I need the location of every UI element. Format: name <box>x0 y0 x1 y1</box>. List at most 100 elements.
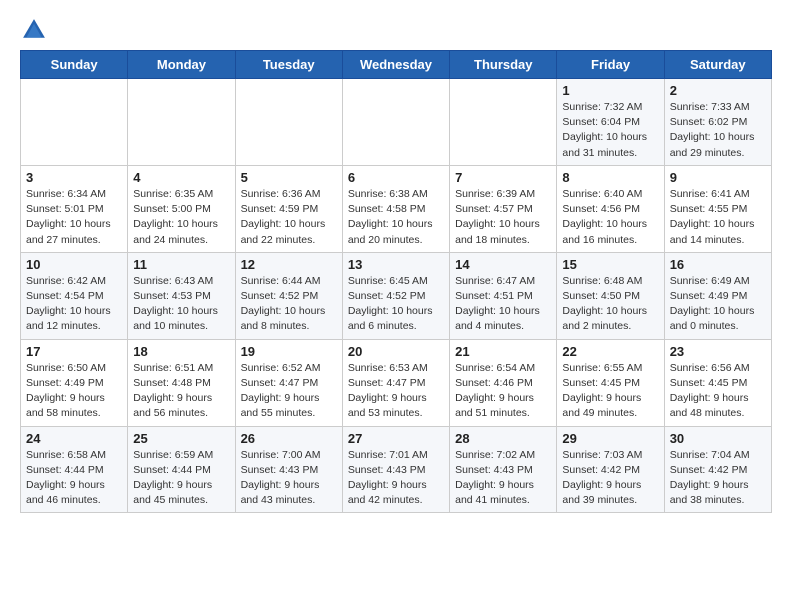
day-number: 3 <box>26 170 122 185</box>
day-number: 11 <box>133 257 229 272</box>
calendar-day-23: 23 Sunrise: 6:56 AM Sunset: 4:45 PM Dayli… <box>664 339 771 426</box>
logo-icon <box>20 16 48 44</box>
calendar-day-3: 3 Sunrise: 6:34 AM Sunset: 5:01 PM Daylig… <box>21 165 128 252</box>
calendar-day-22: 22 Sunrise: 6:55 AM Sunset: 4:45 PM Dayli… <box>557 339 664 426</box>
calendar-day-10: 10Sunrise: 6:42 AM Sunset: 4:54 PM Dayli… <box>21 252 128 339</box>
calendar-empty <box>450 79 557 166</box>
day-info: Sunrise: 6:40 AM Sunset: 4:56 PM Dayligh… <box>562 188 647 246</box>
day-info: Sunrise: 6:50 AM Sunset: 4:49 PM Dayligh… <box>26 362 106 420</box>
day-info: Sunrise: 6:47 AM Sunset: 4:51 PM Dayligh… <box>455 275 540 333</box>
calendar-day-25: 25 Sunrise: 6:59 AM Sunset: 4:44 PM Dayli… <box>128 426 235 513</box>
calendar-day-27: 27 Sunrise: 7:01 AM Sunset: 4:43 PM Dayli… <box>342 426 449 513</box>
calendar-week-2: 3 Sunrise: 6:34 AM Sunset: 5:01 PM Daylig… <box>21 165 772 252</box>
page: SundayMondayTuesdayWednesdayThursdayFrid… <box>0 0 792 523</box>
calendar-day-1: 1 Sunrise: 7:32 AM Sunset: 6:04 PM Daylig… <box>557 79 664 166</box>
day-number: 24 <box>26 431 122 446</box>
calendar-day-4: 4 Sunrise: 6:35 AM Sunset: 5:00 PM Daylig… <box>128 165 235 252</box>
calendar-body: 1 Sunrise: 7:32 AM Sunset: 6:04 PM Daylig… <box>21 79 772 513</box>
calendar-day-29: 29 Sunrise: 7:03 AM Sunset: 4:42 PM Dayli… <box>557 426 664 513</box>
day-number: 8 <box>562 170 658 185</box>
header-row: SundayMondayTuesdayWednesdayThursdayFrid… <box>21 51 772 79</box>
calendar-empty <box>21 79 128 166</box>
day-info: Sunrise: 6:48 AM Sunset: 4:50 PM Dayligh… <box>562 275 647 333</box>
calendar-day-15: 15 Sunrise: 6:48 AM Sunset: 4:50 PM Dayli… <box>557 252 664 339</box>
day-number: 4 <box>133 170 229 185</box>
day-info: Sunrise: 6:35 AM Sunset: 5:00 PM Dayligh… <box>133 188 218 246</box>
day-info: Sunrise: 7:02 AM Sunset: 4:43 PM Dayligh… <box>455 449 535 507</box>
day-number: 14 <box>455 257 551 272</box>
calendar-day-28: 28 Sunrise: 7:02 AM Sunset: 4:43 PM Dayli… <box>450 426 557 513</box>
day-info: Sunrise: 7:33 AM Sunset: 6:02 PM Dayligh… <box>670 101 755 159</box>
day-number: 1 <box>562 83 658 98</box>
day-info: Sunrise: 6:54 AM Sunset: 4:46 PM Dayligh… <box>455 362 535 420</box>
day-info: Sunrise: 6:44 AM Sunset: 4:52 PM Dayligh… <box>241 275 326 333</box>
day-info: Sunrise: 6:45 AM Sunset: 4:52 PM Dayligh… <box>348 275 433 333</box>
day-number: 30 <box>670 431 766 446</box>
day-info: Sunrise: 7:03 AM Sunset: 4:42 PM Dayligh… <box>562 449 642 507</box>
calendar-day-20: 20Sunrise: 6:53 AM Sunset: 4:47 PM Dayli… <box>342 339 449 426</box>
day-number: 9 <box>670 170 766 185</box>
day-number: 18 <box>133 344 229 359</box>
calendar-day-14: 14 Sunrise: 6:47 AM Sunset: 4:51 PM Dayli… <box>450 252 557 339</box>
day-number: 2 <box>670 83 766 98</box>
day-number: 7 <box>455 170 551 185</box>
day-info: Sunrise: 6:56 AM Sunset: 4:45 PM Dayligh… <box>670 362 750 420</box>
day-info: Sunrise: 7:32 AM Sunset: 6:04 PM Dayligh… <box>562 101 647 159</box>
day-number: 5 <box>241 170 337 185</box>
calendar-day-21: 21Sunrise: 6:54 AM Sunset: 4:46 PM Dayli… <box>450 339 557 426</box>
day-info: Sunrise: 7:00 AM Sunset: 4:43 PM Dayligh… <box>241 449 321 507</box>
calendar-week-3: 10Sunrise: 6:42 AM Sunset: 4:54 PM Dayli… <box>21 252 772 339</box>
day-number: 26 <box>241 431 337 446</box>
header-day-monday: Monday <box>128 51 235 79</box>
calendar-week-4: 17 Sunrise: 6:50 AM Sunset: 4:49 PM Dayli… <box>21 339 772 426</box>
header-day-wednesday: Wednesday <box>342 51 449 79</box>
calendar-day-9: 9Sunrise: 6:41 AM Sunset: 4:55 PM Daylig… <box>664 165 771 252</box>
day-number: 15 <box>562 257 658 272</box>
calendar-day-12: 12 Sunrise: 6:44 AM Sunset: 4:52 PM Dayli… <box>235 252 342 339</box>
header-day-thursday: Thursday <box>450 51 557 79</box>
day-number: 28 <box>455 431 551 446</box>
day-number: 13 <box>348 257 444 272</box>
day-number: 22 <box>562 344 658 359</box>
day-info: Sunrise: 6:52 AM Sunset: 4:47 PM Dayligh… <box>241 362 321 420</box>
day-info: Sunrise: 6:51 AM Sunset: 4:48 PM Dayligh… <box>133 362 213 420</box>
day-info: Sunrise: 6:53 AM Sunset: 4:47 PM Dayligh… <box>348 362 428 420</box>
day-number: 19 <box>241 344 337 359</box>
calendar-day-13: 13 Sunrise: 6:45 AM Sunset: 4:52 PM Dayli… <box>342 252 449 339</box>
day-info: Sunrise: 6:59 AM Sunset: 4:44 PM Dayligh… <box>133 449 213 507</box>
calendar-empty <box>128 79 235 166</box>
calendar-day-18: 18 Sunrise: 6:51 AM Sunset: 4:48 PM Dayli… <box>128 339 235 426</box>
calendar-day-26: 26 Sunrise: 7:00 AM Sunset: 4:43 PM Dayli… <box>235 426 342 513</box>
day-info: Sunrise: 6:58 AM Sunset: 4:44 PM Dayligh… <box>26 449 106 507</box>
calendar-day-17: 17 Sunrise: 6:50 AM Sunset: 4:49 PM Dayli… <box>21 339 128 426</box>
day-number: 25 <box>133 431 229 446</box>
calendar-day-2: 2 Sunrise: 7:33 AM Sunset: 6:02 PM Daylig… <box>664 79 771 166</box>
calendar-empty <box>235 79 342 166</box>
calendar-day-8: 8 Sunrise: 6:40 AM Sunset: 4:56 PM Daylig… <box>557 165 664 252</box>
day-info: Sunrise: 6:36 AM Sunset: 4:59 PM Dayligh… <box>241 188 326 246</box>
day-info: Sunrise: 7:01 AM Sunset: 4:43 PM Dayligh… <box>348 449 428 507</box>
calendar-day-24: 24 Sunrise: 6:58 AM Sunset: 4:44 PM Dayli… <box>21 426 128 513</box>
header-day-saturday: Saturday <box>664 51 771 79</box>
calendar-day-11: 11 Sunrise: 6:43 AM Sunset: 4:53 PM Dayli… <box>128 252 235 339</box>
day-info: Sunrise: 6:34 AM Sunset: 5:01 PM Dayligh… <box>26 188 111 246</box>
calendar-day-6: 6 Sunrise: 6:38 AM Sunset: 4:58 PM Daylig… <box>342 165 449 252</box>
calendar-day-7: 7Sunrise: 6:39 AM Sunset: 4:57 PM Daylig… <box>450 165 557 252</box>
day-number: 12 <box>241 257 337 272</box>
day-info: Sunrise: 6:38 AM Sunset: 4:58 PM Dayligh… <box>348 188 433 246</box>
calendar-empty <box>342 79 449 166</box>
day-number: 29 <box>562 431 658 446</box>
calendar-week-1: 1 Sunrise: 7:32 AM Sunset: 6:04 PM Daylig… <box>21 79 772 166</box>
calendar-day-30: 30Sunrise: 7:04 AM Sunset: 4:42 PM Dayli… <box>664 426 771 513</box>
day-number: 17 <box>26 344 122 359</box>
day-info: Sunrise: 6:55 AM Sunset: 4:45 PM Dayligh… <box>562 362 642 420</box>
day-info: Sunrise: 6:49 AM Sunset: 4:49 PM Dayligh… <box>670 275 755 333</box>
day-info: Sunrise: 6:43 AM Sunset: 4:53 PM Dayligh… <box>133 275 218 333</box>
header-day-friday: Friday <box>557 51 664 79</box>
header <box>20 16 772 44</box>
day-number: 6 <box>348 170 444 185</box>
day-number: 27 <box>348 431 444 446</box>
day-number: 10 <box>26 257 122 272</box>
day-number: 16 <box>670 257 766 272</box>
day-number: 23 <box>670 344 766 359</box>
